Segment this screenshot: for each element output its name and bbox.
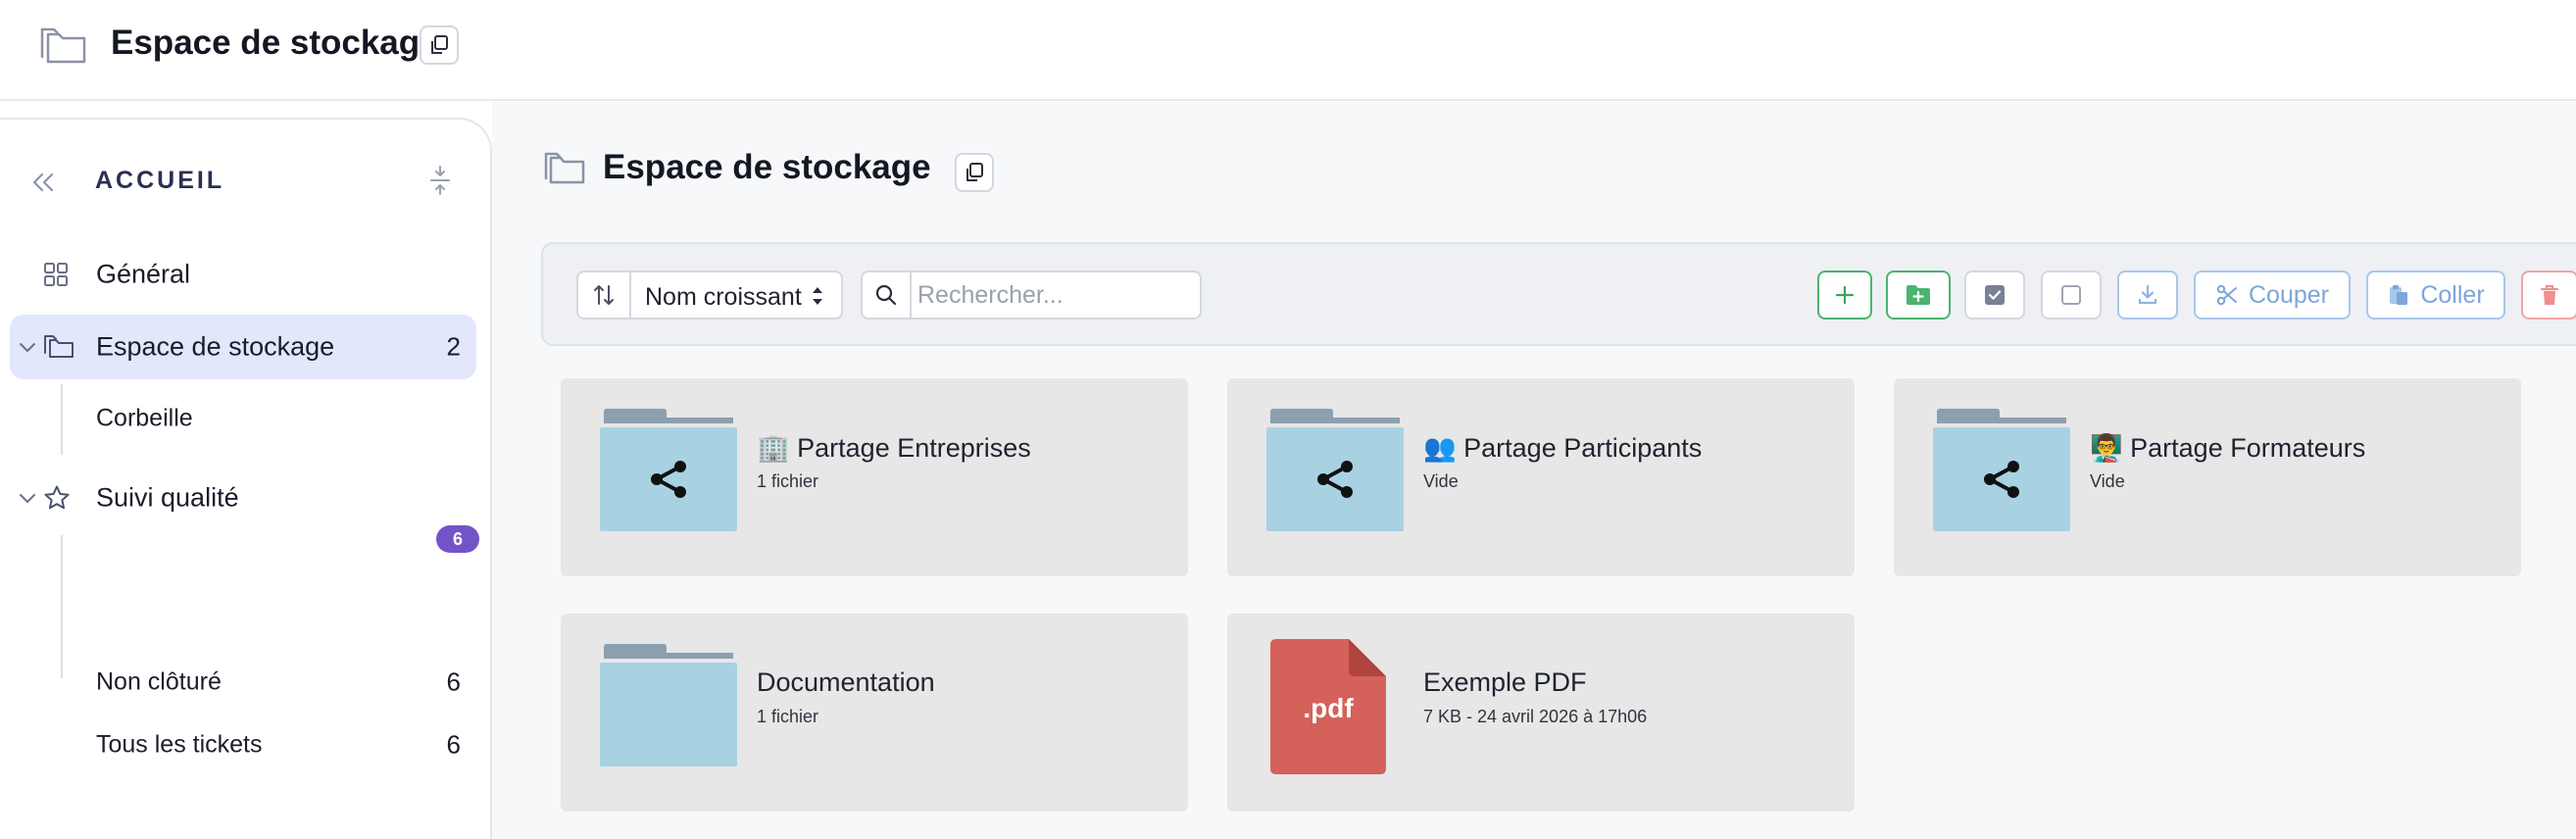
clipboard-icon xyxy=(2387,283,2410,307)
plus-icon xyxy=(1834,284,1856,306)
select-all-button[interactable] xyxy=(1964,271,2025,320)
top-header: Espace de stockage xyxy=(0,0,2576,101)
sidebar-item-label: Général xyxy=(96,259,191,289)
copy-link-button[interactable] xyxy=(420,25,459,65)
chevron-down-icon[interactable] xyxy=(18,340,37,354)
collapse-all-icon[interactable] xyxy=(427,165,453,196)
item-name: 👥 Partage Participants xyxy=(1423,433,1703,463)
copy-link-button[interactable] xyxy=(955,153,994,192)
copy-icon xyxy=(964,162,985,183)
page-title: Espace de stockage xyxy=(111,24,439,62)
paste-button[interactable]: Coller xyxy=(2366,271,2505,320)
shared-folder-icon xyxy=(1266,408,1404,531)
people-emoji: 👥 xyxy=(1423,433,1457,463)
teacher-emoji: 👨‍🏫 xyxy=(2090,433,2123,463)
shared-folder-card[interactable]: 🏢 Partage Entreprises 1 fichier xyxy=(561,378,1188,576)
sidebar: ACCUEIL Général Espace de stockage 2 Cor… xyxy=(0,118,492,839)
shared-folder-icon xyxy=(600,408,737,531)
chevron-down-icon[interactable] xyxy=(18,491,37,505)
download-button[interactable] xyxy=(2117,271,2178,320)
sort-icon[interactable] xyxy=(578,272,631,318)
cut-label: Couper xyxy=(2249,280,2329,309)
sidebar-item-suivi-qualite[interactable]: Suivi qualité xyxy=(10,466,476,530)
sidebar-item-label: Espace de stockage xyxy=(96,331,335,362)
pdf-file-icon: .pdf xyxy=(1270,639,1386,774)
building-emoji: 🏢 xyxy=(757,433,790,463)
sidebar-item-non-cloture[interactable]: Non clôturé 6 xyxy=(10,653,476,712)
checkbox-checked-icon xyxy=(1983,283,2006,307)
search-field[interactable] xyxy=(861,271,1202,320)
sort-select[interactable]: Nom croissant xyxy=(576,271,843,320)
search-icon[interactable] xyxy=(863,272,912,318)
sidebar-item-espace-de-stockage[interactable]: Espace de stockage 2 xyxy=(10,315,476,379)
sidebar-item-label: Tous les tickets xyxy=(96,730,263,759)
shared-folder-card[interactable]: 👥 Partage Participants Vide xyxy=(1227,378,1855,576)
cut-button[interactable]: Couper xyxy=(2194,271,2351,320)
sidebar-item-corbeille[interactable]: Corbeille xyxy=(10,389,476,448)
pdf-extension-label: .pdf xyxy=(1303,693,1354,723)
item-name: Documentation xyxy=(757,667,935,697)
section-title: Espace de stockage xyxy=(603,148,931,186)
select-caret-icon xyxy=(810,284,825,308)
star-icon xyxy=(43,484,71,512)
folder-icon xyxy=(43,334,74,360)
sidebar-item-label: Suivi qualité xyxy=(96,482,239,513)
folder-icon xyxy=(600,643,737,766)
file-card[interactable]: .pdf Exemple PDF 7 KB - 24 avril 2026 à … xyxy=(1227,614,1855,812)
trash-icon xyxy=(2539,283,2560,307)
checkbox-empty-icon xyxy=(2059,283,2083,307)
item-meta: 1 fichier xyxy=(757,471,819,491)
copy-icon xyxy=(428,34,450,56)
grid-icon xyxy=(43,262,69,287)
delete-button[interactable] xyxy=(2521,271,2576,320)
shared-folder-card[interactable]: 👨‍🏫 Partage Formateurs Vide xyxy=(1894,378,2521,576)
notification-badge: 6 xyxy=(436,525,479,553)
item-meta: Vide xyxy=(2090,471,2125,491)
add-button[interactable] xyxy=(1817,271,1872,320)
deselect-all-button[interactable] xyxy=(2041,271,2102,320)
main-content: Espace de stockage Nom croissant Recherc… xyxy=(492,102,2576,839)
item-name: Exemple PDF xyxy=(1423,667,1587,697)
item-name: 🏢 Partage Entreprises xyxy=(757,433,1031,463)
folder-card[interactable]: Documentation 1 fichier xyxy=(561,614,1188,812)
sidebar-item-label: Corbeille xyxy=(96,404,193,432)
download-icon xyxy=(2136,283,2159,307)
sort-value: Nom croissant xyxy=(645,283,802,311)
collapse-sidebar-icon[interactable] xyxy=(29,169,57,196)
item-meta: Vide xyxy=(1423,471,1459,491)
sidebar-item-label: Non clôturé xyxy=(96,667,222,696)
item-count: 2 xyxy=(446,331,461,362)
new-folder-button[interactable] xyxy=(1886,271,1951,320)
scissors-icon xyxy=(2215,283,2239,307)
sidebar-item-tous-les-tickets[interactable]: Tous les tickets 6 xyxy=(10,716,476,774)
search-input[interactable] xyxy=(917,276,1196,314)
toolbar: Nom croissant Rechercher... Couper Colle… xyxy=(541,242,2576,346)
folder-icon xyxy=(39,26,88,66)
item-meta: 1 fichier xyxy=(757,707,819,726)
sidebar-section-title: ACCUEIL xyxy=(95,167,225,194)
item-count: 6 xyxy=(446,729,461,760)
folder-icon xyxy=(543,151,586,186)
folder-plus-icon xyxy=(1905,283,1932,307)
paste-label: Coller xyxy=(2420,280,2485,309)
sidebar-item-general[interactable]: Général xyxy=(10,242,476,307)
item-count: 6 xyxy=(446,666,461,697)
item-meta: 7 KB - 24 avril 2026 à 17h06 xyxy=(1423,707,1648,726)
shared-folder-icon xyxy=(1933,408,2070,531)
item-name: 👨‍🏫 Partage Formateurs xyxy=(2090,433,2366,463)
